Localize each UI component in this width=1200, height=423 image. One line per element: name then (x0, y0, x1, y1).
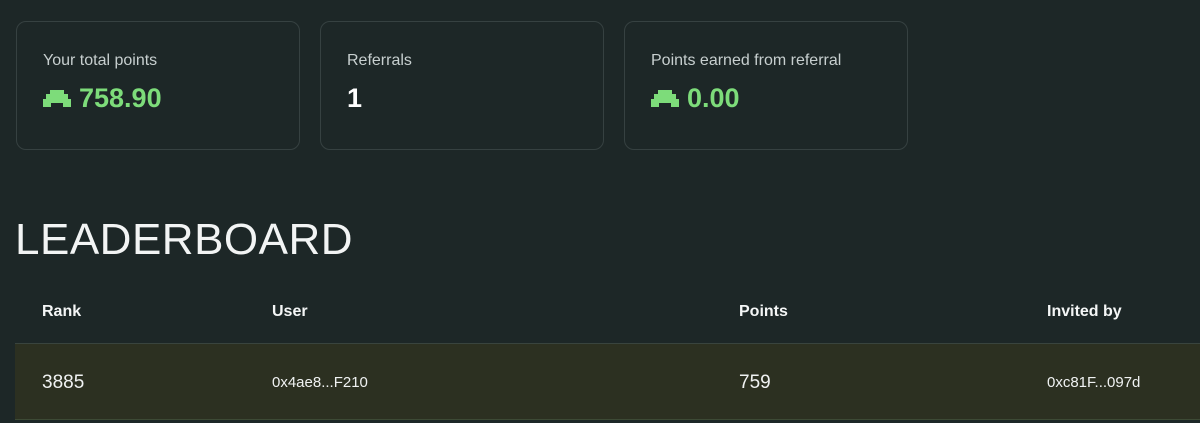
stat-card-total-points: Your total points 758.90 (16, 21, 300, 150)
stat-label-referral-points: Points earned from referral (651, 52, 842, 69)
stat-value-referrals-wrap: 1 (347, 82, 603, 114)
cell-user: 0x4ae8...F210 (272, 374, 368, 391)
table-row: 3885 0x4ae8...F210 759 0xc81F...097d (15, 344, 1200, 420)
column-header-rank: Rank (42, 303, 82, 320)
cell-rank: 3885 (42, 372, 85, 393)
stat-value-total-points-wrap: 758.90 (43, 82, 299, 114)
points-icon (651, 90, 679, 107)
leaderboard-table: Rank User Points Invited by 3885 0x4ae8.… (15, 282, 1200, 420)
stat-label-total-points: Your total points (43, 52, 158, 69)
stat-value-referral-points: 0.00 (687, 83, 740, 113)
column-header-invited-by: Invited by (1047, 303, 1122, 320)
cell-points: 759 (739, 372, 771, 393)
points-icon (43, 90, 71, 107)
table-header: Rank User Points Invited by (15, 282, 1200, 344)
stat-card-referral-points: Points earned from referral 0.00 (624, 21, 908, 150)
leaderboard-title: LEADERBOARD (15, 215, 354, 264)
stat-value-referrals: 1 (347, 83, 363, 113)
stats-cards: Your total points 758.90 Referrals 1 Poi… (16, 21, 908, 150)
stat-card-referrals: Referrals 1 (320, 21, 604, 150)
stat-label-referrals: Referrals (347, 52, 412, 69)
stat-value-referral-points-wrap: 0.00 (651, 82, 907, 114)
column-header-points: Points (739, 303, 788, 320)
stat-value-total-points: 758.90 (79, 83, 162, 113)
column-header-user: User (272, 303, 308, 320)
cell-invited-by: 0xc81F...097d (1047, 374, 1141, 391)
